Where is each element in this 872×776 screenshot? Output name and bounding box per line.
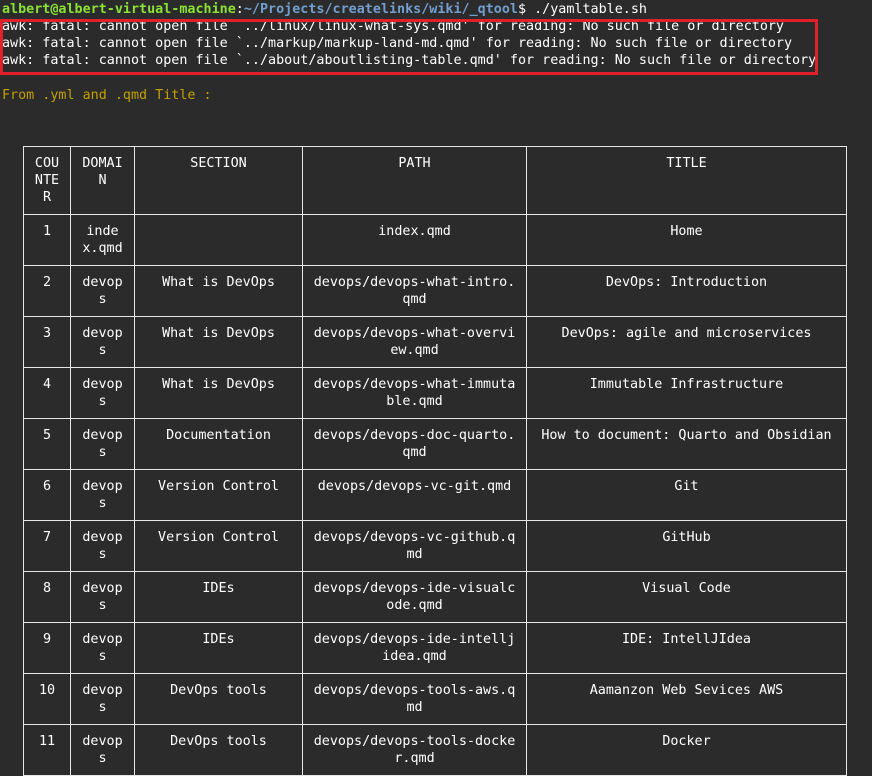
cell-counter: 10 [23, 673, 71, 725]
table-row: 6 devops Version Control devops/devops-vc-g… [23, 469, 847, 521]
cell-path: index.qmd [302, 214, 527, 266]
table-row: 1 index.qmd index.qmd Home [23, 214, 847, 266]
cell-path: devops/devops-tools-docker.qmd [302, 724, 527, 776]
cell-title: Aamanzon Web Sevices AWS [526, 673, 847, 725]
cell-path: devops/devops-what-overview.qmd [302, 316, 527, 368]
cell-domain: devops [70, 418, 135, 470]
cell-path: devops/devops-tools-aws.qmd [302, 673, 527, 725]
prompt-symbol: $ [517, 2, 527, 17]
cell-counter: 5 [23, 418, 71, 470]
cell-path: devops/devops-doc-quarto.qmd [302, 418, 527, 470]
cell-counter: 9 [23, 622, 71, 674]
cell-path: devops/devops-what-immutable.qmd [302, 367, 527, 419]
cell-domain: devops [70, 316, 135, 368]
table-row: 10 devops DevOps tools devops/devops-tools-… [23, 673, 847, 725]
table-row: 3 devops What is DevOps devops/devops-what-… [23, 316, 847, 368]
cell-path: devops/devops-what-intro.qmd [302, 265, 527, 317]
cell-domain: index.qmd [70, 214, 135, 266]
cell-section: Documentation [134, 418, 303, 470]
cell-domain: devops [70, 265, 135, 317]
cell-section: IDEs [134, 571, 303, 623]
header-path: PATH [302, 146, 527, 215]
info-line: From .yml and .qmd Title : [2, 88, 212, 103]
cell-domain: devops [70, 469, 135, 521]
table-row: 2 devops What is DevOps devops/devops-what-… [23, 265, 847, 317]
cell-title: GitHub [526, 520, 847, 572]
header-section: SECTION [134, 146, 303, 215]
table-row: 9 devops IDEs devops/devops-ide-intelljidea… [23, 622, 847, 674]
table-row: 5 devops Documentation devops/devops-doc-qu… [23, 418, 847, 470]
cell-counter: 2 [23, 265, 71, 317]
cell-counter: 6 [23, 469, 71, 521]
cell-section: Version Control [134, 520, 303, 572]
cell-domain: devops [70, 571, 135, 623]
table-row: 11 devops DevOps tools devops/devops-tools-… [23, 724, 847, 776]
header-title: TITLE [526, 146, 847, 215]
cell-section: DevOps tools [134, 673, 303, 725]
cell-path: devops/devops-ide-visualcode.qmd [302, 571, 527, 623]
cell-section: What is DevOps [134, 265, 303, 317]
cell-title: DevOps: agile and microservices [526, 316, 847, 368]
cell-counter: 1 [23, 214, 71, 266]
cell-domain: devops [70, 673, 135, 725]
cell-counter: 11 [23, 724, 71, 776]
cell-path: devops/devops-vc-git.qmd [302, 469, 527, 521]
cell-title: How to document: Quarto and Obsidian [526, 418, 847, 470]
cell-title: Immutable Infrastructure [526, 367, 847, 419]
cell-counter: 4 [23, 367, 71, 419]
cell-section: What is DevOps [134, 316, 303, 368]
header-domain: DOMAIN [70, 146, 135, 215]
cell-counter: 7 [23, 520, 71, 572]
prompt-separator: : [235, 2, 244, 17]
yaml-table: COUNTER DOMAIN SECTION PATH TITLE 1 index… [23, 146, 847, 776]
header-counter: COUNTER [23, 146, 71, 215]
prompt-path: ~/Projects/createlinks/wiki/_qtool [243, 2, 518, 17]
table-row: 8 devops IDEs devops/devops-ide-visualcode.… [23, 571, 847, 623]
shell-prompt-line: albert@albert-virtual-machine:~/Projects… [2, 1, 647, 18]
cell-path: devops/devops-ide-intelljidea.qmd [302, 622, 527, 674]
cell-section: Version Control [134, 469, 303, 521]
cell-counter: 8 [23, 571, 71, 623]
cell-path: devops/devops-vc-github.qmd [302, 520, 527, 572]
cell-counter: 3 [23, 316, 71, 368]
cell-domain: devops [70, 520, 135, 572]
cell-title: Docker [526, 724, 847, 776]
error-highlight-box [0, 19, 818, 75]
cell-domain: devops [70, 367, 135, 419]
cell-title: Visual Code [526, 571, 847, 623]
cell-title: Git [526, 469, 847, 521]
cell-section: IDEs [134, 622, 303, 674]
cell-domain: devops [70, 622, 135, 674]
table-header-row: COUNTER DOMAIN SECTION PATH TITLE [23, 146, 847, 215]
cell-section: DevOps tools [134, 724, 303, 776]
prompt-user-host: albert@albert-virtual-machine [2, 2, 236, 17]
cell-title: IDE: IntellJIdea [526, 622, 847, 674]
cell-title: Home [526, 214, 847, 266]
cell-section [134, 214, 303, 266]
prompt-command[interactable]: ./yamltable.sh [526, 2, 647, 17]
cell-domain: devops [70, 724, 135, 776]
cell-section: What is DevOps [134, 367, 303, 419]
table-row: 4 devops What is DevOps devops/devops-what-… [23, 367, 847, 419]
table-row: 7 devops Version Control devops/devops-vc-g… [23, 520, 847, 572]
cell-title: DevOps: Introduction [526, 265, 847, 317]
